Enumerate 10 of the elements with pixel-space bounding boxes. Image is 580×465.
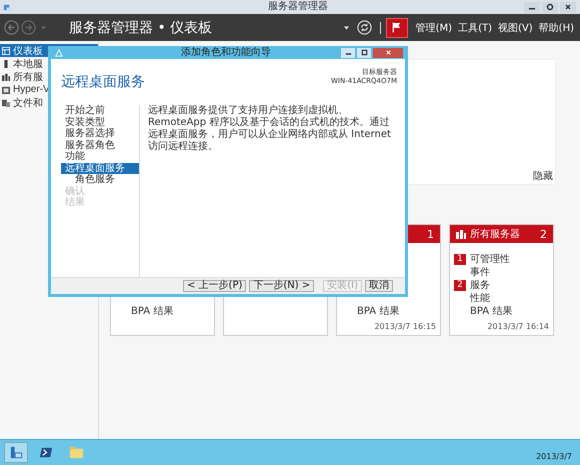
clock-date: 2013/3/7 xyxy=(536,452,572,461)
timestamp: 2013/3/7 16:14 xyxy=(487,322,550,333)
page-heading: 远程桌面服务 xyxy=(61,73,145,91)
breadcrumb: 服务器管理器 • 仪表板 xyxy=(69,18,212,36)
description-text: 远程桌面服务提供了支持用户连接到虚拟机、RemoteApp 程序以及基于会话的台式机的技术。通过远程桌面服务，用户可以从企业网络内部或从 Internet 访问远程连接。 xyxy=(148,105,392,153)
alert-count: 1 xyxy=(454,254,466,264)
dialog-title: 添加角色和功能向导 xyxy=(181,46,271,59)
alert-count: 2 xyxy=(454,280,466,290)
window-title: 服务器管理器 xyxy=(268,0,328,14)
timestamp: 2013/3/7 16:15 xyxy=(374,322,437,333)
